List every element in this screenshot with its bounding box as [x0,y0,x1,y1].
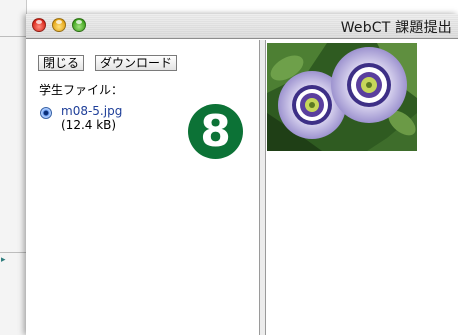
background-window: ▸ [0,0,27,335]
file-link[interactable]: m08-5.jpg [61,104,122,118]
zoom-window-icon[interactable] [72,18,86,32]
step-number-badge: 8 [188,104,243,159]
file-size: (12.4 kB) [61,118,117,132]
close-window-icon[interactable] [32,18,46,32]
close-button[interactable]: 閉じる [38,55,85,71]
pane-splitter[interactable] [259,40,266,335]
file-radio-button[interactable] [40,107,52,119]
file-list-pane: 閉じる ダウンロード 学生ファイル： m08-5.jpg (12.4 kB) 8 [26,40,259,335]
background-divider [0,36,26,37]
submission-window: WebCT 課題提出 閉じる ダウンロード 学生ファイル： m08-5.jpg … [26,14,458,335]
preview-pane [266,40,458,335]
student-files-label: 学生ファイル： [39,83,124,97]
window-title: WebCT 課題提出 [340,20,452,36]
minimize-window-icon[interactable] [52,18,66,32]
background-divider [0,252,26,253]
download-button[interactable]: ダウンロード [95,55,178,71]
title-bar[interactable]: WebCT 課題提出 [26,14,458,39]
passion-flower-image [267,43,417,151]
arrow-icon: ▸ [1,255,6,265]
